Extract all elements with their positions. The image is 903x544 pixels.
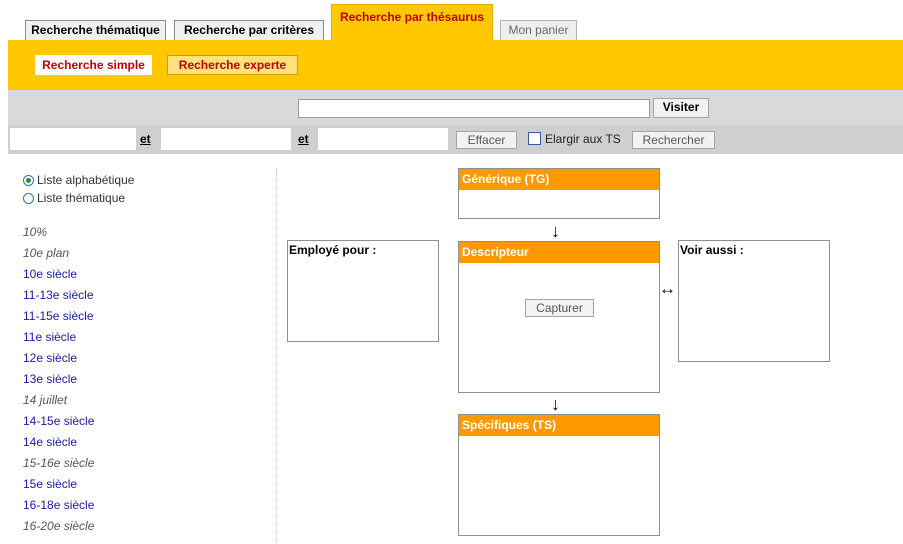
term-link[interactable]: 11-13e siècle	[23, 288, 94, 302]
visiter-button[interactable]: Visiter	[653, 98, 709, 118]
radio-unchecked-icon[interactable]	[23, 192, 34, 204]
term-item: 10e plan	[23, 246, 70, 260]
radio-label: Liste alphabétique	[37, 173, 135, 187]
employe-pour-box: Employé pour :	[287, 240, 439, 342]
term-link[interactable]: 16-18e siècle	[23, 498, 94, 512]
tab-recherche-par-thesaurus[interactable]: Recherche par thésaurus	[331, 4, 493, 40]
rechercher-button[interactable]: Rechercher	[632, 131, 715, 149]
term-item: 10%	[23, 225, 48, 239]
term-item: 15-16e siècle	[23, 456, 95, 470]
tab-recherche-par-criteres[interactable]: Recherche par critères	[174, 20, 324, 40]
radio-checked-icon[interactable]	[23, 174, 34, 186]
voir-aussi-label: Voir aussi :	[680, 243, 744, 257]
et-operator-1: et	[140, 132, 151, 146]
radio-liste-thematique[interactable]: Liste thématique	[23, 191, 125, 205]
descripteur-box: Descripteur	[458, 241, 660, 393]
generique-box: Générique (TG)	[458, 168, 660, 219]
criteria-field-3[interactable]	[318, 128, 448, 150]
tab-recherche-thematique[interactable]: Recherche thématique	[25, 20, 166, 40]
term-item: 16-20e siècle	[23, 519, 95, 533]
specifiques-header: Spécifiques (TS)	[459, 415, 659, 436]
specifiques-box: Spécifiques (TS)	[458, 414, 660, 536]
effacer-button[interactable]: Effacer	[456, 131, 517, 149]
radio-label: Liste thématique	[37, 191, 126, 205]
radio-liste-alphabetique[interactable]: Liste alphabétique	[23, 173, 134, 187]
term-link[interactable]: 11e siècle	[23, 330, 76, 344]
subtab-recherche-simple[interactable]: Recherche simple	[35, 55, 152, 75]
term-link[interactable]: 12e siècle	[23, 351, 77, 365]
capturer-button[interactable]: Capturer	[525, 299, 594, 317]
criteria-field-2[interactable]	[161, 128, 291, 150]
descripteur-header: Descripteur	[459, 242, 659, 263]
et-operator-2: et	[298, 132, 309, 146]
generique-header: Générique (TG)	[459, 169, 659, 190]
tab-mon-panier[interactable]: Mon panier	[500, 20, 577, 40]
term-link[interactable]: 11-15e siècle	[23, 309, 94, 323]
term-link[interactable]: 13e siècle	[23, 372, 77, 386]
elargir-label: Elargir aux TS	[545, 132, 621, 146]
term-link[interactable]: 15e siècle	[23, 477, 77, 491]
elargir-checkbox[interactable]	[528, 132, 541, 145]
divider	[276, 168, 277, 544]
arrow-bidirectional-icon: ↔	[659, 279, 676, 298]
arrow-down-icon: ↓	[551, 221, 560, 241]
subtab-recherche-experte[interactable]: Recherche experte	[167, 55, 298, 75]
employe-pour-label: Employé pour :	[289, 243, 377, 257]
term-link[interactable]: 14e siècle	[23, 435, 77, 449]
voir-aussi-box: Voir aussi :	[678, 240, 830, 362]
arrow-down-icon: ↓	[551, 394, 560, 414]
criteria-field-1[interactable]	[10, 128, 136, 150]
thesaurus-search-input[interactable]	[298, 99, 650, 118]
term-link[interactable]: 10e siècle	[23, 267, 77, 281]
term-item: 14 juillet	[23, 393, 68, 407]
term-link[interactable]: 14-15e siècle	[23, 414, 94, 428]
